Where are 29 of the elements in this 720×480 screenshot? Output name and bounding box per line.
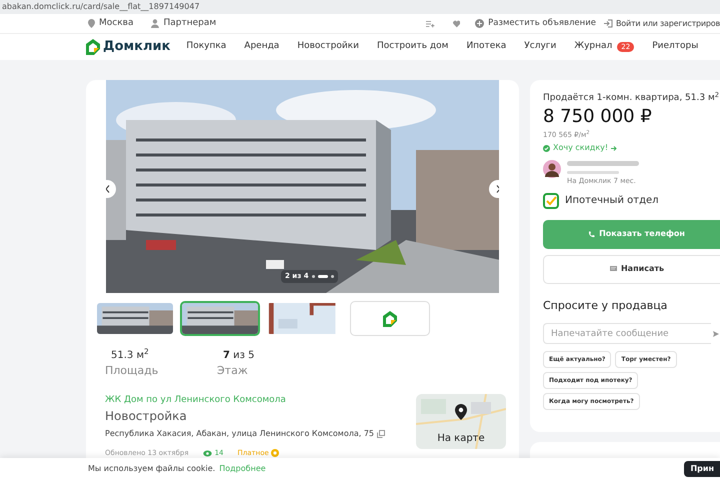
nav-link[interactable]: Журнал [574, 40, 612, 54]
logo-text[interactable]: Домклик [103, 37, 170, 57]
partners-link[interactable]: Партнерам [163, 16, 216, 30]
address-text: Республика Хакасия, Абакан, улица Ленинского Комсомола, 75 [105, 428, 374, 440]
map-button[interactable]: На карте [416, 394, 506, 448]
offer-title: Продаётся 1-комн. квартира, 51.3 м$^{2}$ [543, 92, 720, 105]
cookie-text: Мы используем файлы cookie. [88, 463, 216, 475]
nav-link[interactable]: Аренда [244, 40, 280, 54]
write-button[interactable]: Написать [543, 254, 720, 284]
nav-link[interactable]: Услуги [524, 40, 556, 54]
department-name: Ипотечный отдел [565, 194, 659, 208]
login-link[interactable]: Войти или зарегистриров [616, 18, 720, 30]
stat-label: Этаж [217, 363, 249, 379]
stat-value: 7 из 5 [223, 349, 255, 363]
post-ad-link[interactable]: Разместить объявление [488, 17, 596, 30]
city-link[interactable]: Москва [99, 16, 134, 30]
price: 8 750 000 ₽ [543, 106, 653, 128]
property-type: Новостройка [105, 408, 188, 425]
stat-value: 51.3 м$^{2}$ [111, 348, 150, 363]
nav-link[interactable]: Риелторы [652, 40, 698, 54]
accept-button[interactable]: Прин [684, 461, 720, 477]
nav-link[interactable]: Построить дом [376, 40, 448, 54]
nav-link[interactable]: Покупка [186, 40, 226, 54]
stat-label: Площадь [105, 363, 160, 379]
nav-link[interactable]: Новостройки [297, 40, 359, 54]
message-field[interactable]: Напечатайте сообщение [543, 323, 711, 344]
ask-seller-title: Спросите у продавца [543, 298, 668, 314]
nav-link[interactable]: Ипотека [466, 40, 506, 54]
url-text[interactable]: abakan.domclick.ru/card/sale__flat__1897149047 [2, 3, 200, 11]
